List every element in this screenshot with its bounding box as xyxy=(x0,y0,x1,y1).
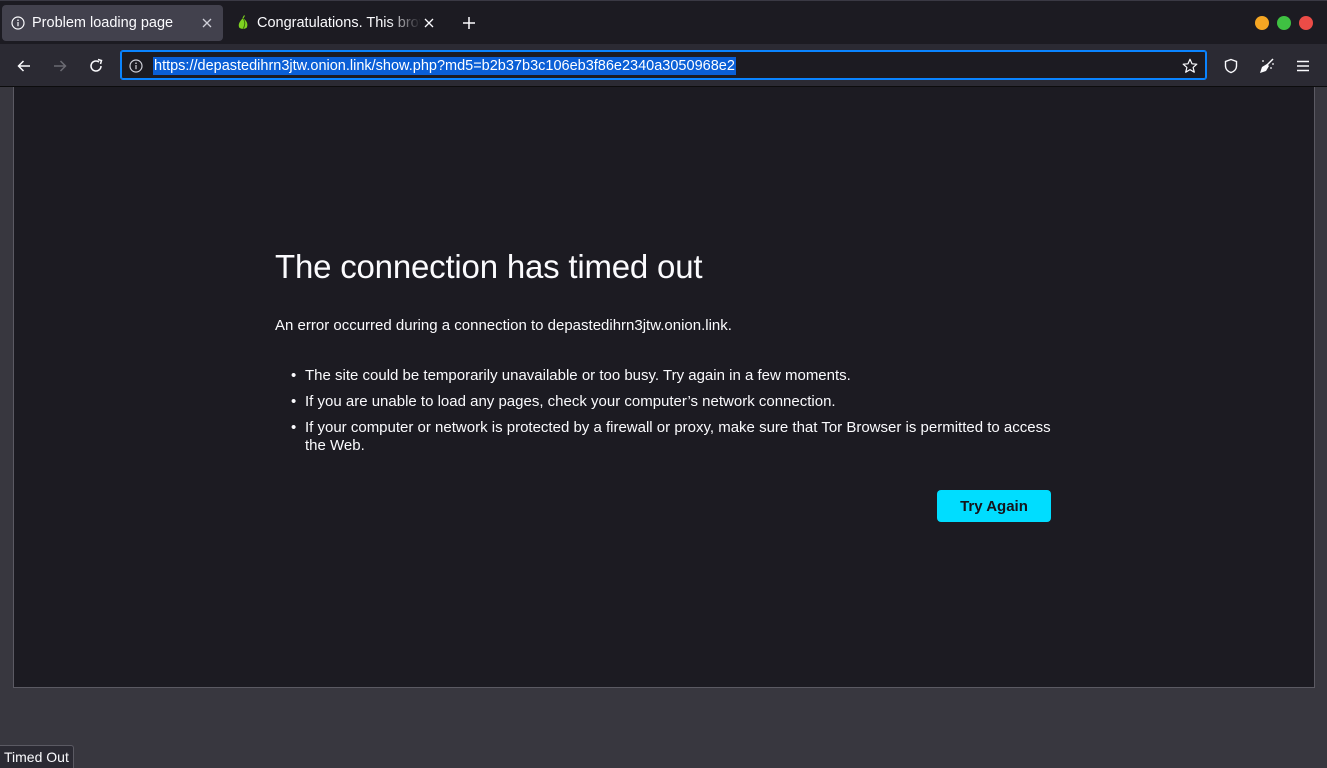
bookmark-star-icon[interactable] xyxy=(1180,56,1200,76)
close-window-button[interactable] xyxy=(1299,16,1313,30)
reload-button[interactable] xyxy=(82,52,110,80)
info-icon xyxy=(10,15,26,31)
navigation-toolbar: https://depastedihrn3jtw.onion.link/show… xyxy=(0,44,1327,87)
new-tab-button[interactable] xyxy=(457,11,481,35)
new-identity-button[interactable] xyxy=(1253,52,1281,80)
url-input[interactable]: https://depastedihrn3jtw.onion.link/show… xyxy=(153,57,736,75)
back-arrow-icon xyxy=(17,60,30,72)
onion-icon xyxy=(235,15,251,31)
list-item: If you are unable to load any pages, che… xyxy=(291,393,1051,411)
browser-window: Problem loading page Congratulations. Th… xyxy=(0,0,1327,768)
broom-icon xyxy=(1260,58,1274,73)
try-again-button[interactable]: Try Again xyxy=(937,490,1051,522)
tab-title: Problem loading page xyxy=(32,15,174,31)
hamburger-menu-icon xyxy=(1297,60,1309,72)
tab-strip: Problem loading page Congratulations. Th… xyxy=(0,0,1327,44)
maximize-button[interactable] xyxy=(1277,16,1291,30)
error-suggestions: The site could be temporarily unavailabl… xyxy=(275,367,1051,455)
list-item: The site could be temporarily unavailabl… xyxy=(291,367,1051,385)
back-button[interactable] xyxy=(10,52,38,80)
reload-icon xyxy=(90,58,103,72)
shield-icon xyxy=(1224,58,1238,74)
error-title: The connection has timed out xyxy=(275,248,703,285)
page-content: The connection has timed out An error oc… xyxy=(13,87,1315,688)
plus-icon xyxy=(463,17,475,29)
close-icon[interactable] xyxy=(199,15,215,31)
forward-button[interactable] xyxy=(46,52,74,80)
forward-arrow-icon xyxy=(54,60,67,72)
error-container: The connection has timed out An error oc… xyxy=(275,247,1051,522)
status-panel: Timed Out xyxy=(0,745,74,768)
tab-congratulations[interactable]: Congratulations. This browser is configu… xyxy=(227,5,445,41)
list-item: If your computer or network is protected… xyxy=(291,419,1051,455)
tab-problem-loading[interactable]: Problem loading page xyxy=(2,5,223,41)
site-info-icon[interactable] xyxy=(127,57,144,74)
security-level-button[interactable] xyxy=(1217,52,1245,80)
url-bar[interactable]: https://depastedihrn3jtw.onion.link/show… xyxy=(120,50,1207,80)
tab-title: Congratulations. This browser is configu… xyxy=(257,15,421,31)
close-icon[interactable] xyxy=(421,15,437,31)
minimize-button[interactable] xyxy=(1255,16,1269,30)
app-menu-button[interactable] xyxy=(1289,52,1317,80)
error-description: An error occurred during a connection to… xyxy=(275,317,732,334)
window-controls xyxy=(1255,16,1313,30)
